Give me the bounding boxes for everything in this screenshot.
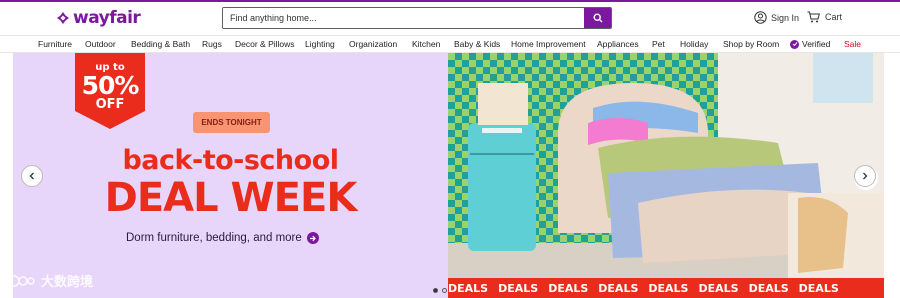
nav-item-appliances[interactable]: Appliances [597, 39, 639, 49]
hero-headline-top: back-to-school [122, 145, 339, 176]
nav-item-bedding-bath[interactable]: Bedding & Bath [131, 39, 190, 49]
dorm-room-image [448, 53, 884, 298]
hero-promo-panel[interactable]: up to 50% OFF ENDS TONIGHT back-to-schoo… [13, 53, 448, 298]
sign-in-link[interactable]: Sign In [754, 11, 799, 24]
deals-ticker-item: DEALS [548, 281, 589, 295]
cart-icon [807, 11, 820, 23]
search-bar [222, 7, 612, 29]
chevron-right-icon [863, 172, 868, 180]
cart-label: Cart [825, 12, 843, 22]
arrow-right-icon [306, 232, 319, 244]
nav-item-outdoor[interactable]: Outdoor [85, 39, 116, 49]
carousel-next-button[interactable] [854, 165, 876, 187]
brand-name: wayfair [73, 8, 141, 28]
hero-subline-link[interactable]: Dorm furniture, bedding, and more [126, 232, 319, 244]
watermark-logo-icon [8, 274, 35, 287]
badge-off: OFF [95, 97, 125, 112]
carousel-pagination [433, 288, 447, 293]
user-icon [754, 11, 767, 24]
deals-ticker-item: DEALS [498, 281, 539, 295]
nav-item-shop-by-room[interactable]: Shop by Room [723, 39, 779, 49]
deals-ticker-item: DEALS [698, 281, 739, 295]
deals-ticker-item: DEALS [748, 281, 789, 295]
discount-badge: up to 50% OFF [75, 53, 145, 129]
nav-item-baby-kids[interactable]: Baby & Kids [454, 39, 500, 49]
hero-carousel[interactable]: up to 50% OFF ENDS TONIGHT back-to-schoo… [13, 53, 884, 298]
deals-ticker-item: DEALS [798, 281, 839, 295]
ends-tonight-badge: ENDS TONIGHT [193, 112, 270, 133]
site-header: wayfair Sign In Cart [0, 2, 900, 35]
hero-dorm-photo [448, 53, 884, 298]
nav-item-home-improvement[interactable]: Home Improvement [511, 39, 586, 49]
nav-item-organization[interactable]: Organization [349, 39, 397, 49]
search-icon [592, 13, 602, 23]
search-button[interactable] [584, 8, 611, 28]
nav-item-pet[interactable]: Pet [652, 39, 665, 49]
nav-item-holiday[interactable]: Holiday [680, 39, 708, 49]
hero-subline-text: Dorm furniture, bedding, and more [126, 232, 302, 244]
carousel-prev-button[interactable] [21, 165, 43, 187]
nav-item-verified[interactable]: Verified [790, 39, 830, 49]
cart-link[interactable]: Cart [807, 11, 842, 23]
wayfair-logo[interactable]: wayfair [57, 8, 141, 28]
watermark-text: 大数跨境 [41, 274, 94, 289]
search-input[interactable] [223, 8, 584, 28]
carousel-dot-active[interactable] [433, 288, 438, 293]
nav-item-decor-pillows[interactable]: Decor & Pillows [235, 39, 295, 49]
deals-ticker: DEALS DEALS DEALS DEALS DEALS DEALS DEAL… [448, 278, 884, 298]
verified-label: Verified [802, 39, 831, 49]
nav-item-lighting[interactable]: Lighting [305, 39, 335, 49]
wayfair-logo-icon [57, 12, 69, 24]
deals-ticker-item: DEALS [648, 281, 689, 295]
sign-in-label: Sign In [771, 12, 800, 23]
nav-item-furniture[interactable]: Furniture [38, 39, 72, 49]
hero-headline-main: DEAL WEEK [104, 175, 358, 221]
badge-percent: 50% [81, 71, 140, 100]
nav-item-sale[interactable]: Sale [844, 39, 861, 49]
deals-ticker-item: DEALS [598, 281, 639, 295]
verified-check-icon [790, 39, 799, 49]
chevron-left-icon [29, 172, 34, 180]
nav-item-rugs[interactable]: Rugs [202, 39, 222, 49]
carousel-dot[interactable] [442, 288, 447, 293]
deals-ticker-item: DEALS [448, 281, 489, 295]
watermark: 大数跨境 [8, 271, 93, 290]
nav-item-kitchen[interactable]: Kitchen [412, 39, 440, 49]
category-nav: Furniture Outdoor Bedding & Bath Rugs De… [0, 35, 900, 53]
